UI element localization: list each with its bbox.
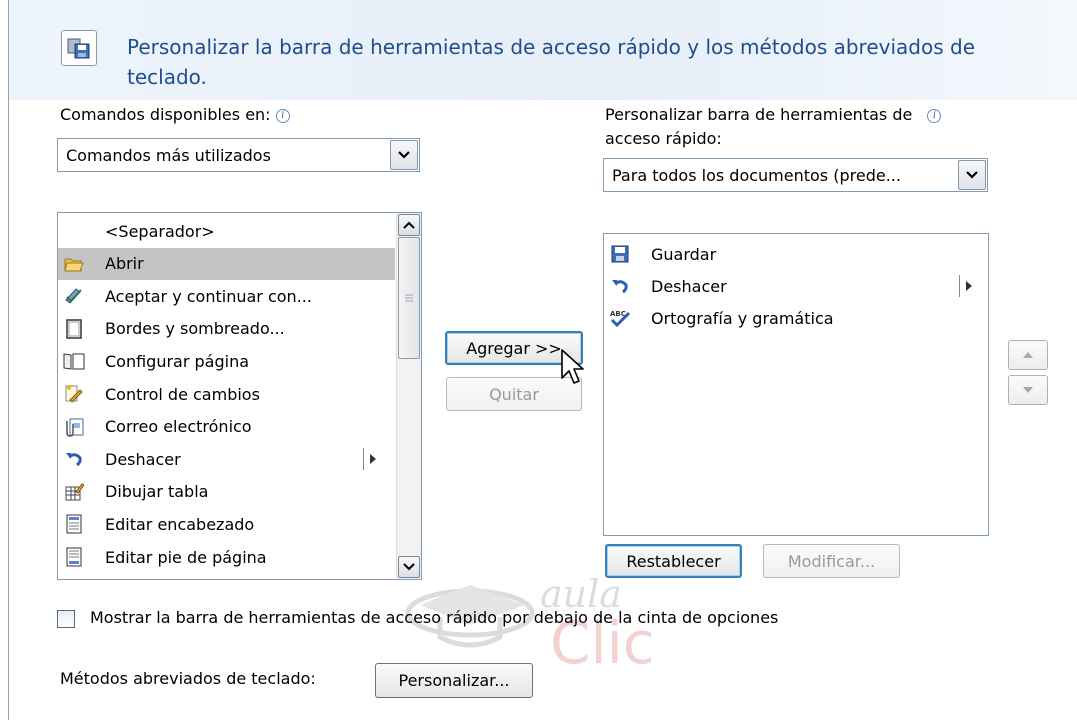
arrow-down-icon: [1023, 387, 1033, 393]
page-setup-icon: [63, 350, 85, 372]
toolbar-commands-list[interactable]: Guardar Deshacer ABC Ortografía y gramática: [603, 233, 989, 536]
available-commands-value: Comandos más utilizados: [66, 145, 271, 165]
undo-icon: [609, 275, 631, 297]
modify-button[interactable]: Modificar...: [763, 544, 900, 578]
customize-toolbar-label-line1: Personalizar barra de herramientas de: [605, 105, 913, 124]
save-icon: [609, 243, 631, 265]
list-item-label: Configurar página: [105, 351, 250, 371]
list-item-label: Bordes y sombreado...: [105, 319, 285, 339]
panel-border: [8, 0, 9, 720]
available-commands-label: Comandos disponibles en: i: [60, 105, 290, 124]
chevron-down-icon[interactable]: [390, 140, 418, 170]
list-item[interactable]: Dibujar tabla: [58, 476, 395, 508]
borders-shading-icon: [63, 318, 85, 340]
move-down-button[interactable]: [1008, 375, 1048, 405]
list-item-label: Editar encabezado: [105, 514, 255, 534]
available-commands-scrollbar[interactable]: [396, 213, 421, 579]
scroll-thumb[interactable]: [398, 237, 420, 359]
list-item[interactable]: <Separador>: [58, 215, 395, 247]
reset-button-label: Restablecer: [626, 551, 721, 571]
email-icon: [63, 416, 85, 438]
list-item[interactable]: Abrir: [58, 247, 395, 280]
list-item-label: Dibujar tabla: [105, 482, 209, 502]
show-below-ribbon-checkbox[interactable]: [57, 610, 75, 628]
list-item[interactable]: Deshacer: [604, 270, 988, 302]
add-button-label: Agregar >>: [466, 338, 562, 358]
draw-table-icon: [63, 481, 85, 503]
scroll-up-icon[interactable]: [398, 214, 420, 236]
submenu-arrow-icon[interactable]: [959, 275, 977, 297]
list-item-label: Deshacer: [651, 276, 727, 296]
list-item-label: Aceptar y continuar con...: [105, 286, 312, 306]
list-item[interactable]: Correo electrónico: [58, 411, 395, 443]
list-item-label: Deshacer: [105, 449, 181, 469]
open-folder-icon: [63, 253, 85, 275]
toolbar-documents-dropdown[interactable]: Para todos los documentos (prede...: [603, 158, 988, 192]
customize-toolbar-label-line2: acceso rápido:: [605, 129, 722, 148]
list-item[interactable]: Editar pie de página: [58, 541, 395, 573]
list-item-label: Correo electrónico: [105, 417, 252, 437]
list-item[interactable]: Control de cambios: [58, 378, 395, 410]
keyboard-shortcuts-label: Métodos abreviados de teclado:: [60, 669, 316, 688]
accept-changes-icon: [63, 285, 85, 307]
move-up-button[interactable]: [1008, 340, 1048, 370]
undo-icon: [63, 448, 85, 470]
scroll-down-icon[interactable]: [398, 556, 420, 578]
modify-button-label: Modificar...: [787, 551, 876, 571]
customize-shortcuts-button[interactable]: Personalizar...: [375, 663, 533, 698]
list-item[interactable]: Configurar página: [58, 345, 395, 377]
list-item[interactable]: Deshacer: [58, 443, 395, 475]
quick-access-toolbar-icon: [61, 30, 97, 66]
list-item[interactable]: Guardar: [604, 238, 988, 270]
chevron-down-icon[interactable]: [958, 160, 986, 190]
edit-header-icon: [63, 513, 85, 535]
mouse-cursor-icon: [561, 349, 584, 384]
remove-button-label: Quitar: [489, 384, 539, 404]
arrow-up-icon: [1023, 352, 1033, 358]
list-item-label: Abrir: [105, 254, 144, 274]
page-title: Personalizar la barra de herramientas de…: [127, 35, 975, 89]
list-item[interactable]: ABC Ortografía y gramática: [604, 302, 988, 334]
list-item[interactable]: Bordes y sombreado...: [58, 313, 395, 345]
available-commands-list[interactable]: <Separador> Abrir Aceptar y continuar con.…: [57, 212, 422, 580]
header-banner: Personalizar la barra de herramientas de…: [9, 0, 1077, 100]
submenu-arrow-icon[interactable]: [363, 448, 381, 471]
list-item[interactable]: Editar encabezado: [58, 508, 395, 540]
reset-button[interactable]: Restablecer: [605, 544, 742, 578]
available-commands-dropdown[interactable]: Comandos más utilizados: [57, 138, 420, 172]
info-icon: i: [275, 108, 290, 123]
list-item-label: Ortografía y gramática: [651, 308, 834, 328]
list-item-label: <Separador>: [105, 221, 215, 241]
show-below-ribbon-label: Mostrar la barra de herramientas de acce…: [90, 608, 779, 627]
list-item-label: Editar pie de página: [105, 547, 267, 567]
available-commands-text: Comandos disponibles en:: [60, 105, 271, 124]
blank-icon: [63, 220, 85, 242]
toolbar-documents-value: Para todos los documentos (prede...: [612, 165, 901, 185]
spelling-grammar-icon: ABC: [609, 307, 631, 329]
edit-footer-icon: [63, 546, 85, 568]
customize-toolbar-label: Personalizar barra de herramientas de i: [605, 105, 942, 124]
customize-shortcuts-label: Personalizar...: [398, 671, 510, 690]
track-changes-icon: [63, 383, 85, 405]
list-item[interactable]: Aceptar y continuar con...: [58, 280, 395, 312]
list-item-label: Control de cambios: [105, 384, 260, 404]
info-icon: i: [927, 108, 942, 123]
list-item-label: Guardar: [651, 244, 717, 264]
